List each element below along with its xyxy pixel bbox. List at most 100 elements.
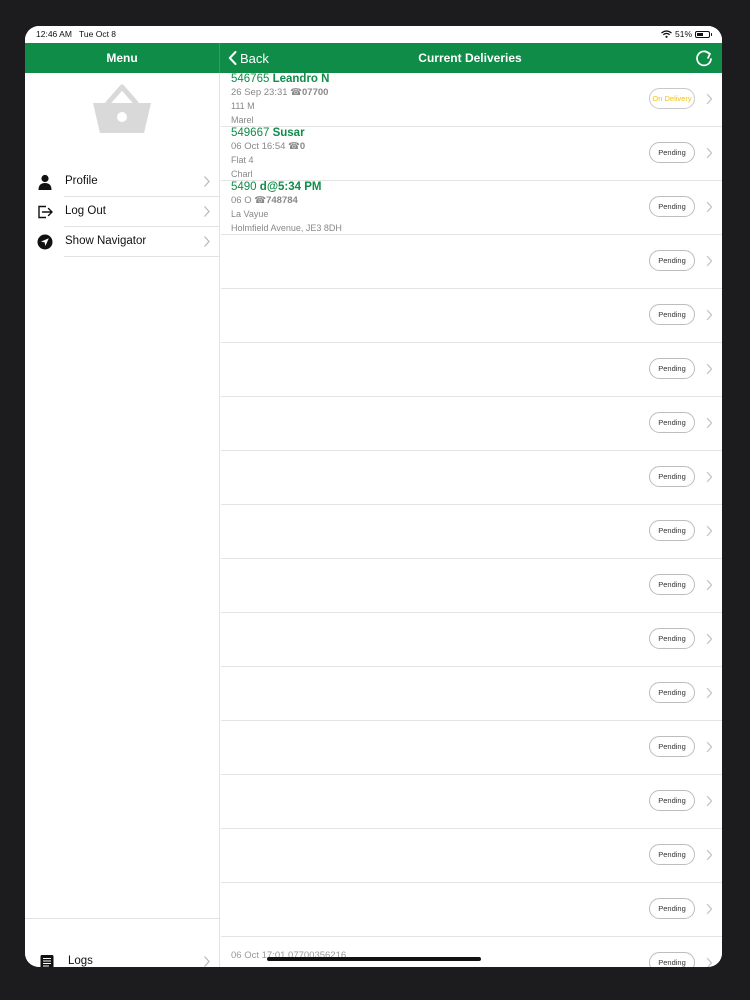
chevron-right-icon	[706, 201, 713, 213]
order-row[interactable]: Pending	[221, 505, 722, 559]
order-row[interactable]: Pending	[221, 721, 722, 775]
status-bar: 12:46 AM Tue Oct 8 51%	[25, 26, 722, 43]
status-time: 12:46 AM Tue Oct 8	[36, 29, 117, 39]
status-badge[interactable]: Pending	[649, 682, 695, 703]
order-row[interactable]: Pending	[221, 343, 722, 397]
sidebar-item-label: Log Out	[65, 205, 106, 217]
chevron-right-icon	[706, 93, 713, 105]
chevron-left-icon	[228, 51, 237, 65]
phone-icon: ☎	[254, 195, 267, 206]
battery-icon	[695, 30, 712, 38]
page-title: Current Deliveries	[418, 51, 522, 65]
chevron-right-icon	[204, 236, 210, 247]
chevron-right-icon	[706, 525, 713, 537]
status-badge[interactable]: On Delivery	[649, 88, 695, 109]
order-row[interactable]: Pending	[221, 775, 722, 829]
chevron-right-icon	[706, 795, 713, 807]
status-badge[interactable]: Pending	[649, 736, 695, 757]
order-row[interactable]: Pending	[221, 613, 722, 667]
logout-icon	[38, 205, 53, 219]
order-row[interactable]: 5490 d@5:34 PM 06 O ☎748784 La Vayue Holmfi…	[221, 181, 722, 235]
order-row[interactable]: Pending	[221, 883, 722, 937]
divider	[64, 256, 220, 257]
chevron-right-icon	[706, 255, 713, 267]
sidebar-item-label: Logs	[68, 955, 93, 967]
status-badge[interactable]: Pending	[649, 142, 695, 163]
status-badge[interactable]: Pending	[649, 412, 695, 433]
status-badge[interactable]: Pending	[649, 466, 695, 487]
status-badge[interactable]: Pending	[649, 844, 695, 865]
order-address-line: Charl	[231, 169, 253, 179]
order-row[interactable]: 546765 Leandro N 26 Sep 23:31 ☎07700 111 M…	[221, 73, 722, 127]
sidebar-item-show-navigator[interactable]: Show Navigator	[25, 227, 220, 257]
battery-percent: 51%	[674, 29, 692, 39]
chevron-right-icon	[706, 957, 713, 967]
order-id-name: 546765 Leandro N	[231, 73, 330, 85]
order-address-line: La Vayue	[231, 209, 269, 219]
chevron-right-icon	[706, 741, 713, 753]
sidebar-item-logs[interactable]: Logs	[25, 947, 220, 967]
order-row[interactable]: Pending	[221, 235, 722, 289]
status-badge[interactable]: Pending	[649, 790, 695, 811]
chevron-right-icon	[706, 471, 713, 483]
order-address-line: 111 M	[231, 101, 255, 111]
order-row[interactable]: Pending	[221, 397, 722, 451]
chevron-right-icon	[706, 687, 713, 699]
order-id-name: 549667 Susar	[231, 127, 305, 139]
status-badge[interactable]: Pending	[649, 304, 695, 325]
phone-icon: ☎	[288, 141, 300, 152]
order-date-phone: 06 O ☎748784	[231, 195, 298, 206]
sidebar-item-label: Show Navigator	[65, 235, 147, 247]
status-badge[interactable]: Pending	[649, 520, 695, 541]
chevron-right-icon	[204, 176, 210, 187]
status-badge[interactable]: Pending	[649, 196, 695, 217]
chevron-right-icon	[706, 849, 713, 861]
ipad-screen: 12:46 AM Tue Oct 8 51% Menu Back Current…	[25, 26, 722, 967]
order-address-line: Flat 4	[231, 155, 254, 165]
sidebar-item-log-out[interactable]: Log Out	[25, 197, 220, 227]
sidebar-item-label: Profile	[65, 175, 98, 187]
status-badge[interactable]: Pending	[649, 574, 695, 595]
chevron-right-icon	[706, 633, 713, 645]
chevron-right-icon	[204, 956, 210, 967]
chevron-right-icon	[204, 206, 210, 217]
order-row[interactable]: Pending	[221, 559, 722, 613]
refresh-icon[interactable]	[694, 48, 714, 68]
chevron-right-icon	[706, 363, 713, 375]
back-button[interactable]: Back	[228, 43, 269, 73]
chevron-right-icon	[706, 903, 713, 915]
back-label: Back	[240, 50, 269, 66]
menu-title: Menu	[25, 43, 220, 73]
order-row[interactable]: Pending	[221, 667, 722, 721]
chevron-right-icon	[706, 147, 713, 159]
order-date-phone: 26 Sep 23:31 ☎07700	[231, 87, 329, 98]
chevron-right-icon	[706, 417, 713, 429]
navigation-arrow-icon	[37, 234, 53, 250]
status-badge[interactable]: Pending	[649, 952, 695, 967]
status-badge[interactable]: Pending	[649, 358, 695, 379]
order-address-line: Holmfield Avenue, JE3 8DH	[231, 223, 342, 233]
order-date-phone: 06 Oct 16:54 ☎0	[231, 141, 306, 152]
divider	[25, 918, 219, 919]
status-badge[interactable]: Pending	[649, 250, 695, 271]
order-row[interactable]: Pending	[221, 829, 722, 883]
home-indicator[interactable]	[267, 957, 481, 961]
order-id-name: 5490 d@5:34 PM	[231, 181, 322, 193]
status-badge[interactable]: Pending	[649, 628, 695, 649]
order-row[interactable]: Pending	[221, 289, 722, 343]
status-badge[interactable]: Pending	[649, 898, 695, 919]
order-row[interactable]: Pending	[221, 451, 722, 505]
chevron-right-icon	[706, 579, 713, 591]
basket-logo-icon	[93, 84, 151, 133]
person-icon	[38, 174, 52, 190]
sidebar-item-profile[interactable]: Profile	[25, 167, 220, 197]
chevron-right-icon	[706, 309, 713, 321]
logs-list-icon	[40, 955, 54, 967]
nav-header: Menu Back Current Deliveries	[25, 43, 722, 73]
sidebar-menu: Profile Log Out Show Navigator Logs	[25, 73, 220, 967]
order-address-line: Marel	[231, 115, 254, 125]
phone-icon: ☎	[290, 87, 303, 98]
order-row[interactable]: 549667 Susar 06 Oct 16:54 ☎0 Flat 4 Charl Pe…	[221, 127, 722, 181]
wifi-icon	[661, 30, 672, 38]
deliveries-list: 546765 Leandro N 26 Sep 23:31 ☎07700 111 M…	[221, 73, 722, 967]
